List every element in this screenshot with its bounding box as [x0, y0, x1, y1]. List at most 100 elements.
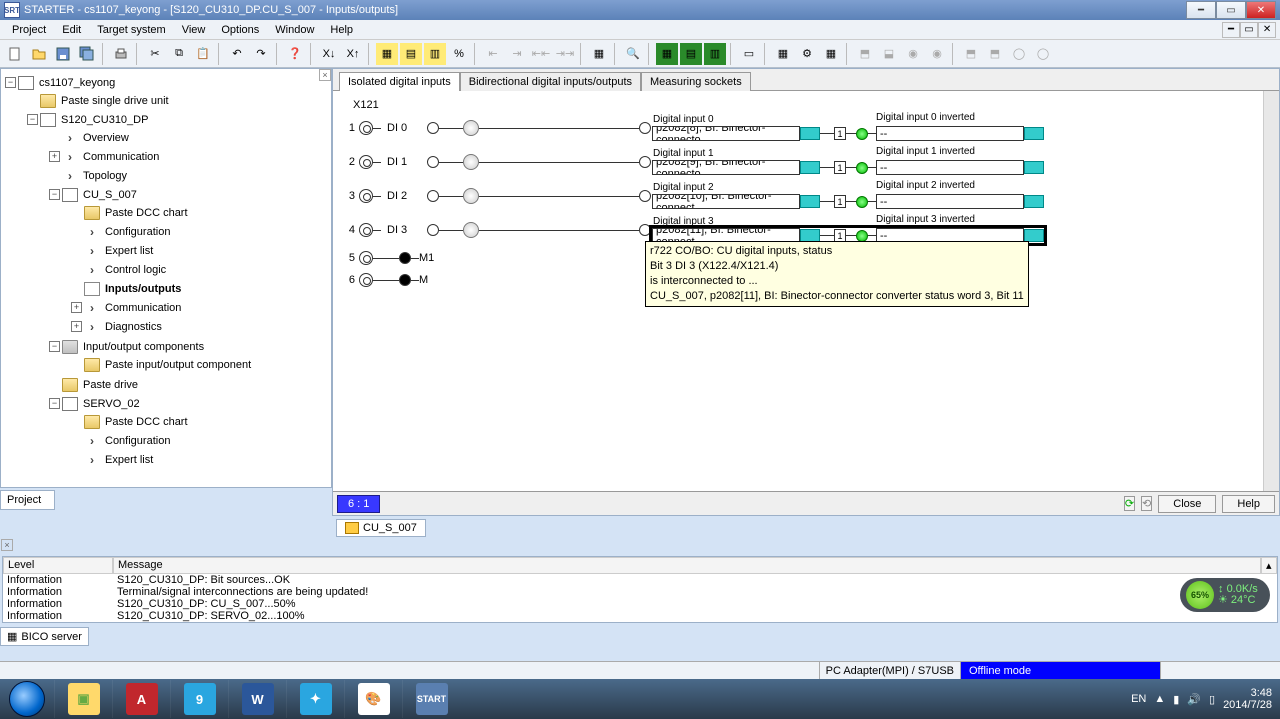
tool-s3[interactable]: ◯ — [1008, 43, 1030, 65]
taskbar-starter[interactable]: START — [402, 680, 460, 718]
tool-undo[interactable]: ↶ — [226, 43, 248, 65]
inverter-icon[interactable]: 1 — [834, 127, 846, 140]
tool-redo[interactable]: ↷ — [250, 43, 272, 65]
tree-control-logic[interactable]: Control logic — [103, 263, 168, 277]
signal-box[interactable]: p2082[9], BI: Binector-connecto — [652, 160, 800, 175]
tool-s1[interactable]: ⬒ — [960, 43, 982, 65]
tool-p2[interactable]: ⬓ — [878, 43, 900, 65]
tool-t1[interactable]: ▭ — [738, 43, 760, 65]
tree-expert2[interactable]: Expert list — [103, 453, 155, 467]
inv-box[interactable]: -- — [876, 160, 1024, 175]
di-row[interactable]: 1DI 0Digital input 0p2082[8], BI: Binect… — [343, 111, 1045, 145]
tree-cu[interactable]: CU_S_007 — [81, 188, 139, 202]
knob-icon[interactable] — [463, 154, 479, 170]
project-tab[interactable]: Project — [0, 490, 55, 510]
help-content-button[interactable]: Help — [1222, 495, 1275, 513]
menu-view[interactable]: View — [174, 22, 214, 38]
taskbar-word[interactable]: W — [228, 680, 286, 718]
tray-vol-icon[interactable]: 🔊 — [1187, 693, 1201, 706]
tool-cut[interactable]: ✂ — [144, 43, 166, 65]
tool-g3[interactable]: ▥ — [704, 43, 726, 65]
tree-paste-ioc[interactable]: Paste input/output component — [103, 358, 253, 372]
project-tree[interactable]: × −cs1107_keyong Paste single drive unit… — [1, 69, 331, 487]
inverter-icon[interactable]: 1 — [834, 161, 846, 174]
menu-help[interactable]: Help — [322, 22, 361, 38]
tree-diag[interactable]: Diagnostics — [103, 320, 164, 334]
tool-x2[interactable]: X↑ — [342, 43, 364, 65]
teal-connector-icon[interactable] — [800, 127, 820, 140]
mdi-restore[interactable]: ▭ — [1240, 22, 1258, 38]
sync-icon[interactable]: ⟲ — [1141, 496, 1152, 511]
tool-s2[interactable]: ⬒ — [984, 43, 1006, 65]
message-row[interactable]: InformationS120_CU310_DP: Bit sources...… — [3, 574, 1277, 586]
knob-icon[interactable] — [463, 222, 479, 238]
system-tray[interactable]: EN ▲ ▮ 🔊 ▯ 3:48 2014/7/28 — [1131, 687, 1280, 711]
tab-measuring[interactable]: Measuring sockets — [641, 72, 751, 91]
di-row[interactable]: 3DI 2Digital input 2p2082[10], BI: Binec… — [343, 179, 1045, 213]
tree-ioc[interactable]: Input/output components — [81, 340, 206, 354]
knob-icon[interactable] — [463, 120, 479, 136]
menu-target[interactable]: Target system — [89, 22, 173, 38]
tab-isolated-di[interactable]: Isolated digital inputs — [339, 72, 460, 91]
tray-net-icon[interactable]: ▮ — [1173, 693, 1179, 706]
signal-box[interactable]: p2082[8], BI: Binector-connecto — [652, 126, 800, 141]
tool-paste[interactable]: 📋 — [192, 43, 214, 65]
teal-connector-icon[interactable] — [1024, 127, 1044, 140]
tool-save[interactable] — [52, 43, 74, 65]
inv-box[interactable]: -- — [876, 194, 1024, 209]
tree-servo[interactable]: SERVO_02 — [81, 397, 142, 411]
tool-grid[interactable]: ▦ — [588, 43, 610, 65]
tool-help[interactable]: ❓ — [284, 43, 306, 65]
tree-s120[interactable]: S120_CU310_DP — [59, 113, 150, 127]
tray-lang[interactable]: EN — [1131, 693, 1146, 705]
refresh-icon[interactable]: ⟳ — [1124, 496, 1135, 511]
msg-col-level[interactable]: Level — [3, 557, 113, 574]
tool-gear[interactable]: ⚙ — [796, 43, 818, 65]
tool-t3[interactable]: ▦ — [820, 43, 842, 65]
tool-y1[interactable]: ▦ — [376, 43, 398, 65]
tool-y3[interactable]: ▥ — [424, 43, 446, 65]
tool-p1[interactable]: ⬒ — [854, 43, 876, 65]
tree-paste-dcc2[interactable]: Paste DCC chart — [103, 415, 190, 429]
zoom-indicator[interactable]: 6 : 1 — [337, 495, 380, 513]
tray-bat-icon[interactable]: ▯ — [1209, 693, 1215, 706]
tree-topology[interactable]: Topology — [81, 169, 129, 183]
teal-connector-icon[interactable] — [800, 195, 820, 208]
start-button[interactable] — [0, 680, 54, 718]
teal-connector-icon[interactable] — [1024, 195, 1044, 208]
canvas[interactable]: X121 1DI 0Digital input 0p2082[8], BI: B… — [333, 91, 1263, 491]
tool-open[interactable] — [28, 43, 50, 65]
tool-g1[interactable]: ▦ — [656, 43, 678, 65]
close-content-button[interactable]: Close — [1158, 495, 1216, 513]
tray-clock[interactable]: 3:48 2014/7/28 — [1223, 687, 1272, 711]
menu-edit[interactable]: Edit — [54, 22, 89, 38]
tool-y2[interactable]: ▤ — [400, 43, 422, 65]
close-button[interactable]: ✕ — [1246, 1, 1276, 19]
tree-expert1[interactable]: Expert list — [103, 244, 155, 258]
message-row[interactable]: InformationS120_CU310_DP: CU_S_007...50% — [3, 598, 1277, 610]
tree-config2[interactable]: Configuration — [103, 434, 172, 448]
msg-scroll-up[interactable]: ▴ — [1261, 557, 1277, 574]
tool-zoom[interactable]: 🔍 — [622, 43, 644, 65]
taskbar-paint[interactable]: 🎨 — [344, 680, 402, 718]
msg-close-icon[interactable]: × — [1, 539, 13, 551]
teal-connector-icon[interactable] — [800, 161, 820, 174]
message-row[interactable]: InformationS120_CU310_DP: SERVO_02...100… — [3, 610, 1277, 622]
tool-saveall[interactable] — [76, 43, 98, 65]
menu-project[interactable]: Project — [4, 22, 54, 38]
tab-bidirectional[interactable]: Bidirectional digital inputs/outputs — [460, 72, 641, 91]
tree-paste-dcc1[interactable]: Paste DCC chart — [103, 206, 190, 220]
tool-a1[interactable]: ⇤ — [482, 43, 504, 65]
tool-a2[interactable]: ⇥ — [506, 43, 528, 65]
inverter-icon[interactable]: 1 — [834, 195, 846, 208]
tree-close-icon[interactable]: × — [319, 69, 331, 81]
tree-paste-single[interactable]: Paste single drive unit — [59, 94, 171, 108]
tool-print[interactable] — [110, 43, 132, 65]
taskbar-explorer[interactable]: ▣ — [54, 680, 112, 718]
tool-t2[interactable]: ▦ — [772, 43, 794, 65]
tool-new[interactable] — [4, 43, 26, 65]
tool-p3[interactable]: ◉ — [902, 43, 924, 65]
tool-p4[interactable]: ◉ — [926, 43, 948, 65]
taskbar-app2[interactable]: ✦ — [286, 680, 344, 718]
tree-config1[interactable]: Configuration — [103, 225, 172, 239]
